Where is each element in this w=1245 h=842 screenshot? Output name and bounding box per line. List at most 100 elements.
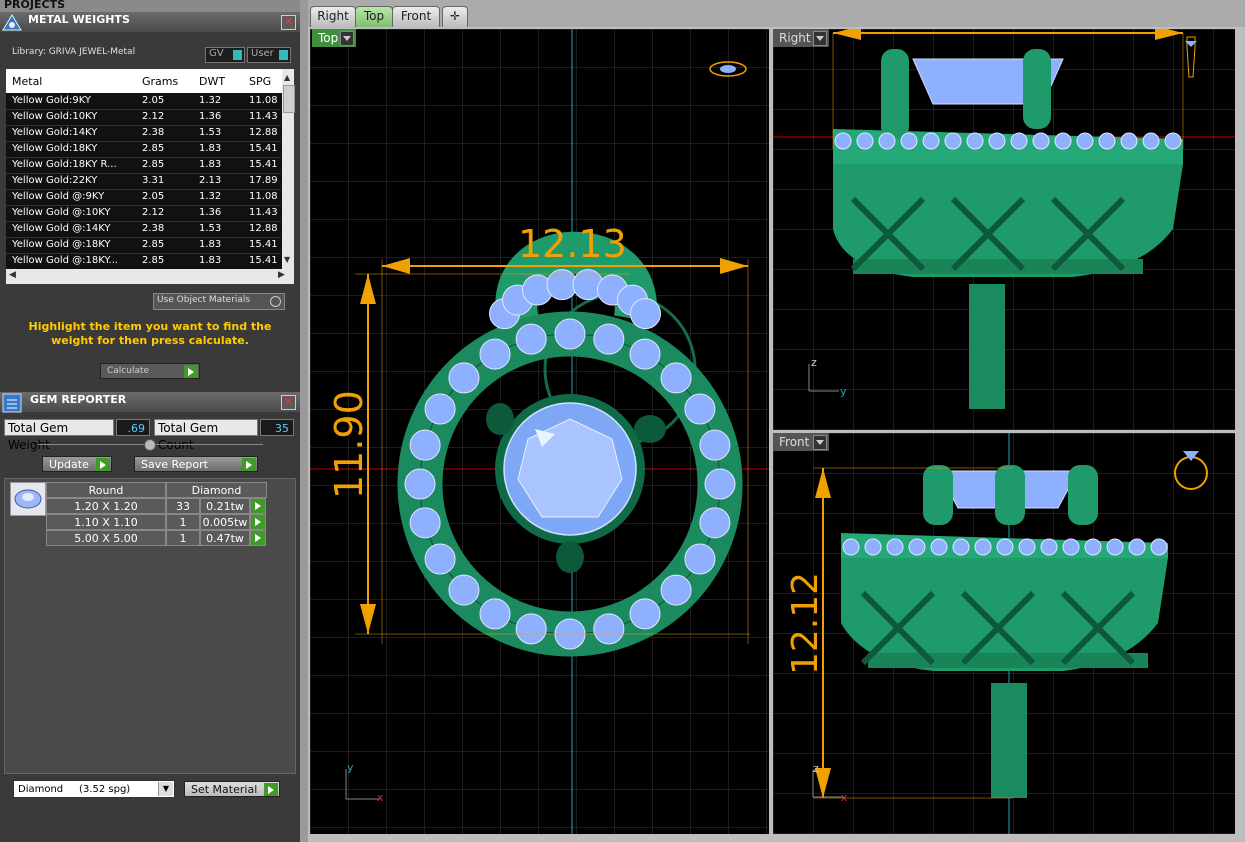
gem-stone [1164, 132, 1182, 150]
front-viewport[interactable]: 12.12 z x Front [773, 433, 1235, 834]
front-view-label[interactable]: Front [773, 433, 829, 451]
gem-stone [1106, 538, 1124, 556]
panel-splitter[interactable] [300, 0, 308, 842]
column-spg[interactable]: SPG [249, 75, 271, 88]
metal-name: Yellow Gold:9KY [12, 95, 91, 106]
table-row[interactable]: Yellow Gold:18KY R... 2.85 1.83 15.41 [6, 157, 281, 174]
use-object-materials-checkbox[interactable]: Use Object Materials [153, 293, 285, 310]
right-view-label[interactable]: Right [773, 29, 829, 47]
close-icon[interactable]: ✕ [281, 15, 296, 30]
metal-name: Yellow Gold @:9KY [12, 191, 105, 202]
metal-name: Yellow Gold:18KY R... [12, 159, 117, 170]
chevron-down-icon[interactable] [813, 31, 827, 46]
gem-row-select-button[interactable] [250, 498, 266, 514]
left-panel: PROJECTS METAL WEIGHTS ✕ Library: GRIVA … [0, 0, 300, 842]
gem-row-select-button[interactable] [250, 514, 266, 530]
scroll-thumb[interactable] [283, 85, 295, 113]
table-row[interactable]: Yellow Gold @:14KY 2.38 1.53 12.88 [6, 221, 281, 238]
metal-grams: 2.85 [142, 239, 165, 250]
gv-toggle-label: GV [209, 48, 224, 59]
gem-reporter-title: GEM REPORTER [30, 393, 127, 406]
scroll-down-icon[interactable]: ▼ [284, 255, 290, 264]
table-row[interactable]: Yellow Gold @:18KY... 2.85 1.83 15.41 [6, 253, 281, 269]
gem-stone [515, 613, 547, 645]
splitter-handle[interactable] [38, 439, 263, 451]
add-tab-button[interactable]: ✛ [442, 6, 468, 27]
close-icon[interactable]: ✕ [281, 395, 296, 410]
metal-spg: 15.41 [249, 143, 278, 154]
gv-toggle[interactable]: GV [205, 47, 245, 63]
tab-right[interactable]: Right [310, 6, 356, 27]
splitter-knob-icon[interactable] [144, 439, 156, 451]
gem-row-select-button[interactable] [250, 530, 266, 546]
material-select[interactable]: Diamond (3.52 spg) ▼ [13, 780, 175, 798]
tab-top[interactable]: Top [355, 6, 393, 27]
top-viewport[interactable]: 12.13 11.90 y x Top [310, 29, 769, 834]
axis-z-label: z [811, 356, 817, 369]
right-viewport[interactable]: z y Right [773, 29, 1235, 430]
user-toggle[interactable]: User [247, 47, 291, 63]
chevron-down-icon[interactable] [813, 435, 827, 450]
set-material-button[interactable]: Set Material [184, 781, 280, 797]
chevron-down-icon[interactable] [340, 31, 354, 46]
table-row[interactable]: Yellow Gold:9KY 2.05 1.32 11.08 [6, 93, 281, 110]
gem-stone [409, 429, 441, 461]
gem-stone [1120, 132, 1138, 150]
table-row[interactable]: Yellow Gold:18KY 2.85 1.83 15.41 [6, 141, 281, 158]
gem-stone [629, 298, 661, 330]
height-dimension-label: 11.90 [327, 390, 371, 499]
gem-stone [864, 538, 882, 556]
chevron-down-icon[interactable]: ▼ [158, 782, 173, 796]
total-gem-weight-number: .69 [127, 422, 146, 435]
table-row[interactable]: Yellow Gold:14KY 2.38 1.53 12.88 [6, 125, 281, 142]
user-toggle-indicator [279, 50, 288, 60]
table-row[interactable]: Yellow Gold @:10KY 2.12 1.36 11.43 [6, 205, 281, 222]
calculate-button[interactable]: Calculate [100, 363, 200, 379]
metal-grams: 2.85 [142, 159, 165, 170]
column-metal[interactable]: Metal [12, 75, 42, 88]
gem-stone [479, 598, 511, 630]
save-report-button[interactable]: Save Report [134, 456, 258, 472]
metal-rows: Yellow Gold:9KY 2.05 1.32 11.08 Yellow Gold:… [6, 93, 282, 269]
gem-reporter-header: GEM REPORTER ✕ [0, 392, 300, 413]
metal-spg: 11.08 [249, 191, 278, 202]
axis-z-label: z [813, 762, 819, 775]
update-button[interactable]: Update [42, 456, 112, 472]
table-row[interactable]: Yellow Gold @:9KY 2.05 1.32 11.08 [6, 189, 281, 206]
play-icon [242, 458, 256, 471]
table-row[interactable]: Yellow Gold:22KY 3.31 2.13 17.89 [6, 173, 281, 190]
vertical-scrollbar[interactable]: ▲ ▼ [282, 69, 295, 269]
metal-grams: 2.12 [142, 207, 165, 218]
library-label: Library: GRIVA JEWEL-Metal [12, 47, 136, 57]
gem-stone [515, 323, 547, 355]
gem-stone [684, 393, 716, 425]
table-row[interactable]: Yellow Gold @:18KY 2.85 1.83 15.41 [6, 237, 281, 254]
top-view-label[interactable]: Top [312, 29, 356, 47]
table-row[interactable]: Yellow Gold:10KY 2.12 1.36 11.43 [6, 109, 281, 126]
column-dwt[interactable]: DWT [199, 75, 225, 88]
gem-count: 33 [166, 498, 200, 514]
tab-front[interactable]: Front [392, 6, 440, 27]
metal-spg: 15.41 [249, 255, 278, 266]
gem-stone [629, 338, 661, 370]
metal-dwt: 1.83 [199, 159, 222, 170]
scroll-left-icon[interactable]: ◀ [9, 270, 16, 280]
gem-stone [1128, 538, 1146, 556]
gem-stone [908, 538, 926, 556]
gem-thumbnail-icon[interactable] [10, 482, 46, 516]
scroll-right-icon[interactable]: ▶ [278, 270, 285, 280]
gem-stone [1054, 132, 1072, 150]
metal-grams: 2.85 [142, 143, 165, 154]
horizontal-scrollbar[interactable]: ◀ ▶ [6, 269, 294, 284]
metal-weights-icon [2, 14, 22, 32]
column-grams[interactable]: Grams [142, 75, 178, 88]
gem-size: 1.10 X 1.10 [46, 514, 166, 530]
gem-weight: 0.47tw [200, 530, 250, 546]
material-select-value: Diamond (3.52 spg) [18, 784, 131, 795]
metal-spg: 11.43 [249, 111, 278, 122]
metal-table-header: Metal Grams DWT SPG [6, 69, 282, 93]
total-gem-count-number: 35 [275, 422, 289, 435]
scroll-up-icon[interactable]: ▲ [284, 73, 290, 82]
play-icon [264, 783, 278, 796]
gem-stone [699, 507, 731, 539]
